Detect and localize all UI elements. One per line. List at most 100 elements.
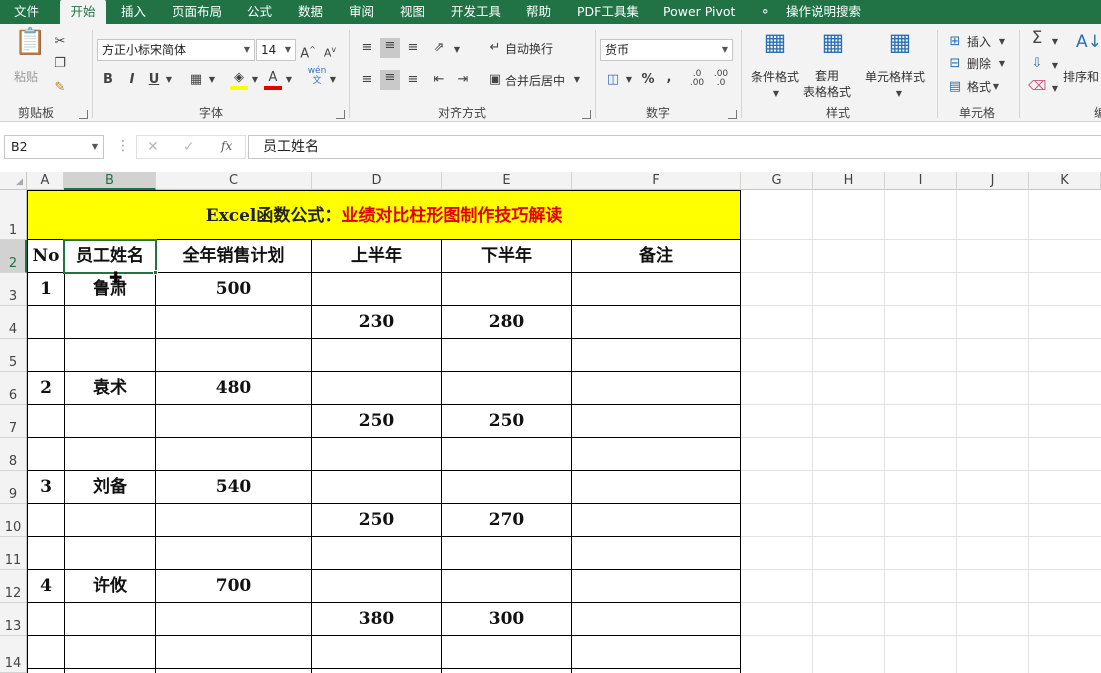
tab-power-pivot[interactable]: Power Pivot [663,0,735,24]
copy-icon[interactable]: ❐ [52,56,68,72]
orientation-icon[interactable]: ⇗ [428,40,450,56]
clear-icon[interactable]: ⌫ [1028,79,1046,95]
align-left-icon[interactable]: ≡ [358,72,376,88]
chevron-down-icon[interactable]: ▼ [572,72,582,88]
data-cell[interactable]: 230 [312,306,441,338]
delete-cells-icon[interactable]: ⊟ [947,56,963,72]
data-cell[interactable]: 4 [28,570,64,602]
select-all-button[interactable]: ◢ [0,172,27,190]
cell-styles-icon[interactable]: ▦ [886,30,914,66]
row-header[interactable]: 11 [0,537,27,570]
format-cells-button[interactable]: 格式 [967,78,991,96]
row-header[interactable]: 6 [0,372,27,405]
confirm-entry-icon[interactable]: ✓ [183,139,195,155]
shrink-font-icon[interactable]: Av [322,42,338,62]
chevron-down-icon[interactable]: ▼ [284,72,294,88]
data-cell[interactable]: 许攸 [65,570,155,602]
tab-view[interactable]: 视图 [400,0,425,24]
formula-input[interactable]: 员工姓名 [248,135,1101,159]
row-header[interactable]: 1 [0,190,27,240]
data-cell[interactable]: 480 [156,372,311,404]
format-cells-icon[interactable]: ▤ [947,79,963,95]
chevron-down-icon[interactable]: ▼ [997,34,1007,50]
row-header[interactable]: 8 [0,438,27,471]
cell-styles-button[interactable]: 单元格样式 [865,68,925,86]
conditional-formatting-icon[interactable]: ▦ [761,30,789,66]
chevron-down-icon[interactable]: ▼ [452,42,462,58]
header-cell-no[interactable]: No [28,240,64,272]
column-header-j[interactable]: J [957,172,1029,190]
paste-icon[interactable]: 📋 [14,29,46,64]
fill-icon[interactable]: ⇩ [1028,56,1046,72]
data-cell[interactable]: 300 [442,603,571,635]
grow-font-icon[interactable]: A^ [300,42,316,62]
row-header[interactable]: 5 [0,339,27,372]
fill-color-icon[interactable]: ◈ [230,70,248,90]
data-cell[interactable]: 3 [28,471,64,503]
data-cell[interactable]: 700 [156,570,311,602]
sort-filter-button[interactable]: 排序和 [1063,68,1099,86]
column-header-g[interactable]: G [741,172,813,190]
insert-cells-icon[interactable]: ⊞ [947,34,963,50]
row-header[interactable]: 10 [0,504,27,537]
accounting-format-icon[interactable]: ◫ [604,72,622,88]
row-header[interactable]: 13 [0,603,27,636]
align-right-icon[interactable]: ≡ [404,72,422,88]
bold-button[interactable]: B [100,72,116,88]
column-header-i[interactable]: I [885,172,957,190]
decrease-decimal-icon[interactable]: .00.0 [712,70,730,88]
insert-cells-button[interactable]: 插入 [967,33,991,51]
tab-help[interactable]: 帮助 [526,0,551,24]
paste-button[interactable]: 粘贴 [14,68,38,86]
align-middle-icon[interactable]: ≡ [380,38,400,58]
chevron-down-icon[interactable]: ▼ [1050,58,1060,74]
header-cell-h1[interactable]: 上半年 [312,240,441,272]
wrap-text-button[interactable]: 自动换行 [505,40,553,58]
insert-function-button[interactable]: fx [221,139,232,153]
column-header-b[interactable]: B [64,172,156,190]
chevron-down-icon[interactable]: ▼ [207,72,217,88]
column-header-d[interactable]: D [312,172,442,190]
header-cell-notes[interactable]: 备注 [572,240,740,272]
data-cell[interactable]: 250 [312,405,441,437]
format-as-table-icon[interactable]: ▦ [819,30,847,66]
borders-icon[interactable]: ▦ [188,72,204,88]
tell-me-search[interactable]: 操作说明搜索 [786,0,861,24]
tab-home[interactable]: 开始 [60,0,106,24]
tab-page-layout[interactable]: 页面布局 [172,0,222,24]
italic-button[interactable]: I [124,72,140,88]
percent-style-button[interactable]: % [640,72,656,88]
chevron-down-icon[interactable]: ▼ [1050,81,1060,97]
formula-bar-grip-icon[interactable]: ⋮ [116,138,130,154]
data-cell[interactable]: 270 [442,504,571,536]
fill-handle[interactable] [153,270,158,275]
chevron-down-icon[interactable]: ▼ [1050,34,1060,50]
column-header-e[interactable]: E [442,172,572,190]
chevron-down-icon[interactable]: ▼ [250,72,260,88]
tab-pdf-tools[interactable]: PDF工具集 [577,0,639,24]
header-cell-annual-plan[interactable]: 全年销售计划 [156,240,311,272]
autosum-icon[interactable]: Σ [1028,30,1046,47]
tab-review[interactable]: 审阅 [349,0,374,24]
number-launcher-icon[interactable] [728,110,737,119]
data-cell[interactable]: 1 [28,273,64,305]
row-header[interactable]: 9 [0,471,27,504]
tab-insert[interactable]: 插入 [121,0,146,24]
chevron-down-icon[interactable]: ▼ [894,86,904,102]
underline-button[interactable]: U [146,72,162,88]
phonetic-guide-icon[interactable]: wén 文 [306,66,328,86]
data-cell[interactable]: 500 [156,273,311,305]
row-header[interactable]: 2 [0,240,27,273]
chevron-down-icon[interactable]: ▼ [991,79,1001,95]
decrease-indent-icon[interactable]: ⇤ [430,72,448,88]
data-cell[interactable]: 380 [312,603,441,635]
increase-indent-icon[interactable]: ⇥ [454,72,472,88]
worksheet-grid[interactable]: ◢ A B C D E F G H I J K 1 2 3 4 5 6 7 8 … [0,172,1101,673]
sheet-title-cell[interactable]: Excel函数公式：业绩对比柱形图制作技巧解读 [27,190,741,240]
row-header[interactable]: 14 [0,636,27,673]
row-header[interactable]: 4 [0,306,27,339]
data-cell[interactable]: 袁术 [65,372,155,404]
column-header-h[interactable]: H [813,172,885,190]
align-bottom-icon[interactable]: ≡ [404,40,422,56]
chevron-down-icon[interactable]: ▼ [328,72,338,88]
